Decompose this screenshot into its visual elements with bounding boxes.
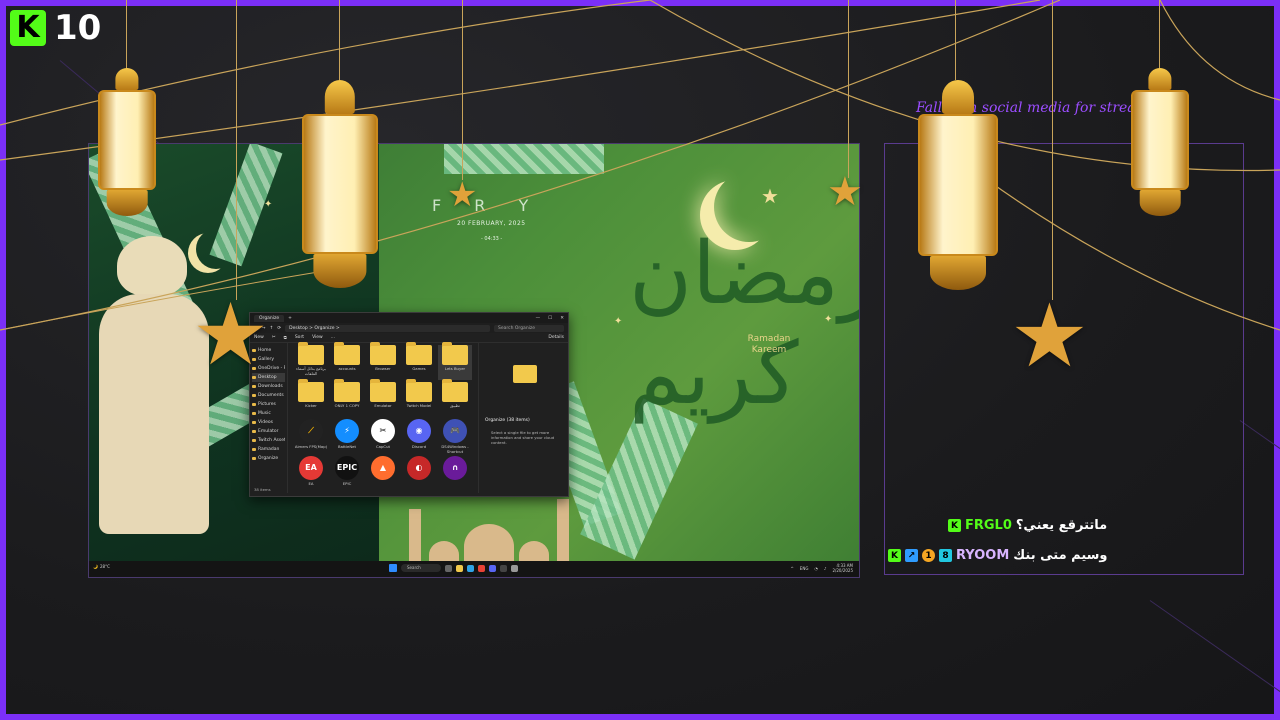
lantern-string [1159, 0, 1160, 70]
lantern-string [955, 0, 956, 80]
lantern-string [339, 0, 340, 80]
hanging-star-icon: ★ [1010, 284, 1089, 387]
lantern-icon [918, 80, 998, 292]
hanging-star-icon: ★ [827, 169, 863, 215]
lantern-string [126, 0, 127, 70]
hanging-star-icon: ★ [192, 285, 270, 385]
star-string [1052, 0, 1053, 300]
lantern-icon [1131, 68, 1189, 218]
lantern-icon [302, 80, 378, 290]
hanging-star-icon: ★ [447, 175, 478, 215]
star-string [462, 0, 463, 180]
lantern-icon [98, 68, 156, 218]
star-string [236, 0, 237, 300]
star-string [848, 0, 849, 178]
